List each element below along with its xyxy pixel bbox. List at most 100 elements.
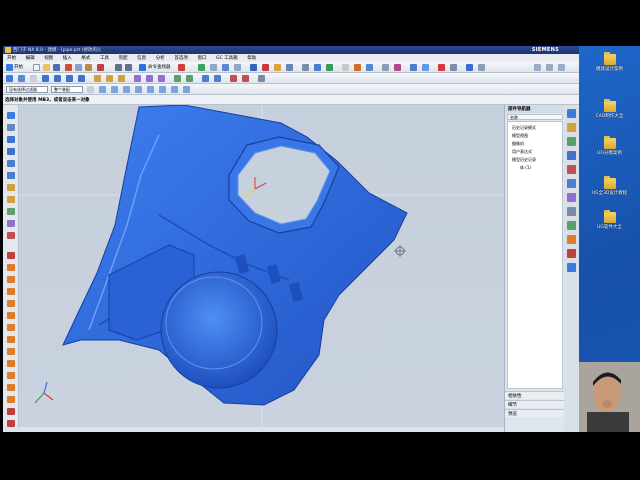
undo-icon[interactable] — [115, 64, 122, 71]
menu-start[interactable]: 开始 — [3, 54, 20, 62]
visualization-icon[interactable] — [7, 232, 15, 239]
layout-icon[interactable] — [7, 312, 15, 319]
sphere-icon[interactable] — [78, 75, 85, 82]
extrude-icon[interactable] — [314, 64, 321, 71]
assembly-navigator-tab-icon[interactable] — [567, 109, 576, 118]
quadrant-icon[interactable] — [171, 86, 178, 93]
navigator-tree[interactable]: 历史记录模式 模型视图 摄像机 用户表达式 模型历史记录 体 (1) — [507, 121, 563, 389]
desktop-icon-ug-parting[interactable]: UG分模案例 — [579, 136, 640, 156]
snap-point-icon[interactable] — [99, 86, 106, 93]
existing-point-icon[interactable] — [183, 86, 190, 93]
control-point-icon[interactable] — [135, 86, 142, 93]
copy-icon[interactable] — [75, 64, 82, 71]
cylinder-boss[interactable] — [160, 271, 278, 389]
view-icon[interactable] — [534, 64, 541, 71]
system-materials-tab-icon[interactable] — [567, 207, 576, 216]
menu-window[interactable]: 窗口 — [193, 54, 210, 62]
desktop-icon-cad-collection[interactable]: CAD制作大全 — [579, 99, 640, 119]
replace-face-icon[interactable] — [230, 75, 237, 82]
settings-icon[interactable] — [478, 64, 485, 71]
family-mold-icon[interactable] — [7, 324, 15, 331]
menu-tools[interactable]: 工具 — [96, 54, 113, 62]
system-scenes-tab-icon[interactable] — [567, 263, 576, 272]
split-body-icon[interactable] — [146, 75, 153, 82]
cut-icon[interactable] — [65, 64, 72, 71]
paste-icon[interactable] — [85, 64, 92, 71]
move-object-icon[interactable] — [258, 75, 265, 82]
history-tab-icon[interactable] — [567, 193, 576, 202]
web-browser-icon[interactable] — [7, 172, 15, 179]
workpiece-icon[interactable] — [7, 300, 15, 307]
delete-icon[interactable] — [97, 64, 104, 71]
desktop-icon-mold-cases[interactable]: 模具设计案例 — [579, 52, 640, 72]
menu-assembly[interactable]: 装配 — [115, 54, 132, 62]
palette-icon[interactable] — [7, 184, 15, 191]
manufacturing-tab-icon[interactable] — [567, 235, 576, 244]
start-button[interactable]: 开始 — [14, 64, 23, 70]
wcs-icon[interactable] — [286, 64, 293, 71]
mold-wizard-icon[interactable] — [7, 252, 15, 259]
pan-icon[interactable] — [234, 64, 241, 71]
redo-icon[interactable] — [125, 64, 132, 71]
midpoint-icon[interactable] — [123, 86, 130, 93]
blend-icon[interactable] — [366, 64, 373, 71]
menu-edit[interactable]: 编辑 — [22, 54, 39, 62]
stop-icon[interactable] — [438, 64, 445, 71]
part-navigator-tab-icon[interactable] — [567, 137, 576, 146]
nav-item-model-views[interactable]: 模型视图 — [512, 133, 528, 139]
graphics-window[interactable] — [19, 105, 504, 427]
mold-csys-icon[interactable] — [7, 276, 15, 283]
parting-icon[interactable] — [7, 348, 15, 355]
shell-icon[interactable] — [94, 75, 101, 82]
nav-item-history-mode[interactable]: 历史记录模式 — [512, 125, 536, 131]
menu-info[interactable]: 信息 — [133, 54, 150, 62]
ejector-icon[interactable] — [7, 384, 15, 391]
revolve-icon[interactable] — [326, 64, 333, 71]
roles-icon[interactable] — [7, 112, 15, 119]
desktop-icon-ug-3d-tutorial[interactable]: UG全3D设计教程 — [579, 176, 640, 196]
layer-icon[interactable] — [274, 64, 281, 71]
nav-item-user-expressions[interactable]: 用户表达式 — [512, 149, 532, 155]
arc-center-icon[interactable] — [159, 86, 166, 93]
process-studio-tab-icon[interactable] — [567, 221, 576, 230]
fit-view-icon[interactable] — [198, 64, 205, 71]
web-browser-tab-icon[interactable] — [567, 179, 576, 188]
window-icon[interactable] — [546, 64, 553, 71]
rotate-icon[interactable] — [222, 64, 229, 71]
sweep-icon[interactable] — [202, 75, 209, 82]
surface-icon[interactable] — [410, 64, 417, 71]
zoom-icon[interactable] — [210, 64, 217, 71]
endpoint-icon[interactable] — [111, 86, 118, 93]
menu-gc-toolkit[interactable]: GC 工具箱 — [212, 54, 242, 62]
draft-icon[interactable] — [106, 75, 113, 82]
menu-format[interactable]: 格式 — [77, 54, 94, 62]
expression-icon[interactable] — [450, 64, 457, 71]
menu-insert[interactable]: 插入 — [59, 54, 76, 62]
cooling-icon[interactable] — [7, 408, 15, 415]
init-project-icon[interactable] — [7, 264, 15, 271]
constraint-navigator-tab-icon[interactable] — [567, 123, 576, 132]
selection-scope-select[interactable]: 整个装配 — [51, 86, 83, 93]
start-icon[interactable] — [6, 64, 13, 71]
open-folder-icon[interactable] — [43, 64, 50, 71]
shaded-icon[interactable] — [250, 64, 257, 71]
select-all-icon[interactable] — [87, 86, 94, 93]
offset-face-icon[interactable] — [158, 75, 165, 82]
part-nav-icon[interactable] — [7, 148, 15, 155]
section-view-icon[interactable] — [262, 64, 269, 71]
process-studio-icon[interactable] — [7, 208, 15, 215]
preview-panel[interactable]: 预览 — [505, 409, 565, 417]
menu-analysis[interactable]: 分析 — [152, 54, 169, 62]
mold-base-icon[interactable] — [7, 360, 15, 367]
command-finder-button[interactable]: 命令查找器 — [148, 64, 171, 70]
boolean-icon[interactable] — [354, 64, 361, 71]
hd3d-tools-tab-icon[interactable] — [567, 165, 576, 174]
menu-help[interactable]: 帮助 — [243, 54, 260, 62]
reuse-library-tab-icon[interactable] — [567, 151, 576, 160]
mesh-icon[interactable] — [422, 64, 429, 71]
slider-lifter-icon[interactable] — [7, 396, 15, 403]
dependencies-panel[interactable]: 相依性 — [505, 391, 565, 399]
tube-icon[interactable] — [214, 75, 221, 82]
system-material-icon[interactable] — [7, 196, 15, 203]
standard-part-icon[interactable] — [7, 372, 15, 379]
